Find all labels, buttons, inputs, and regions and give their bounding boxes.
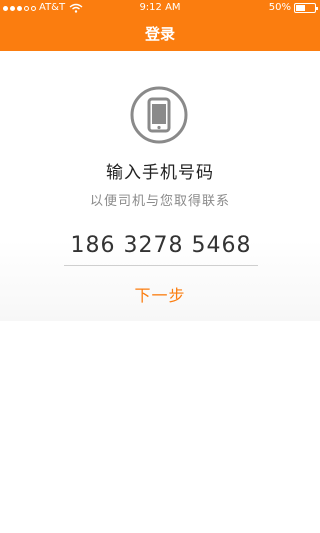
status-right: 50% bbox=[268, 0, 318, 16]
smartphone-icon bbox=[130, 86, 188, 144]
page-title: 登录 bbox=[144, 25, 175, 43]
battery-icon bbox=[294, 3, 318, 13]
status-bar: AT&T 9:12 AM 50% bbox=[0, 0, 320, 16]
login-content: 输入手机号码 以便司机与您取得联系 下一步 bbox=[0, 51, 320, 321]
heading-enter-phone: 输入手机号码 bbox=[106, 163, 214, 183]
phone-number-input[interactable] bbox=[64, 226, 258, 266]
next-step-button[interactable]: 下一步 bbox=[110, 279, 210, 309]
subheading-contact: 以便司机与您取得联系 bbox=[89, 194, 230, 209]
battery-percent: 50% bbox=[268, 2, 291, 13]
nav-header: AT&T 9:12 AM 50% 登录 bbox=[0, 0, 320, 51]
